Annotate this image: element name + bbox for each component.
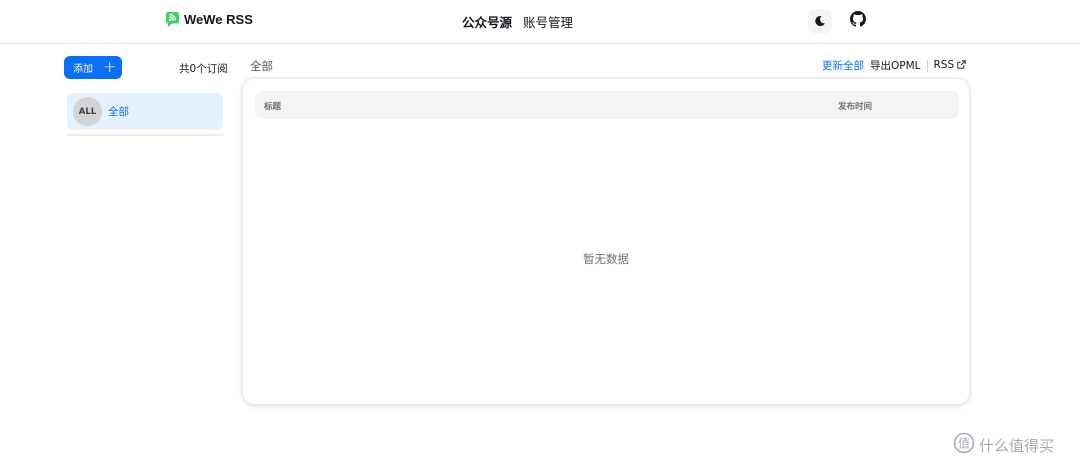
sidebar-item-all[interactable]: ALL 全部 (67, 93, 223, 130)
main-nav: 公众号源 账号管理 (462, 12, 573, 31)
brand-name: WeWe RSS (184, 12, 253, 27)
add-feed-button[interactable]: 添加 + (64, 56, 122, 79)
empty-state-text: 暂无数据 (583, 252, 629, 266)
moon-icon (814, 12, 826, 31)
divider (926, 59, 928, 72)
update-all-link[interactable]: 更新全部 (822, 58, 864, 73)
theme-toggle-button[interactable] (808, 9, 832, 33)
brand[interactable]: WeWe RSS (164, 11, 253, 28)
page-title: 全部 (250, 59, 273, 73)
feed-list: ALL 全部 (67, 93, 223, 136)
rss-link-label: RSS (933, 59, 955, 71)
github-icon (850, 11, 866, 31)
github-button[interactable] (846, 9, 870, 33)
rss-link[interactable]: RSS (934, 59, 967, 72)
watermark-text: 什么值得买 (979, 436, 1055, 455)
plus-icon: + (103, 56, 117, 76)
column-header-publish-time: 发布时间 (838, 102, 873, 112)
add-button-label: 添加 (73, 64, 93, 75)
top-navbar: WeWe RSS 公众号源 账号管理 (0, 0, 1080, 44)
external-link-icon (957, 60, 966, 72)
export-opml-link[interactable]: 导出OPML (870, 58, 921, 73)
nav-item-accounts[interactable]: 账号管理 (523, 12, 573, 31)
feed-actions: 更新全部 导出OPML RSS (822, 58, 966, 73)
articles-table-card: 标题 发布时间 暂无数据 (242, 78, 970, 405)
wewe-rss-logo-icon (164, 11, 181, 28)
watermark: 值 什么值得买 (953, 432, 1054, 458)
table-header: 标题 发布时间 (255, 91, 959, 119)
nav-item-feeds[interactable]: 公众号源 (462, 12, 512, 31)
subscription-count: 共0个订阅 (179, 63, 228, 75)
sidebar-item-label: 全部 (108, 106, 129, 118)
column-header-title: 标题 (264, 102, 282, 112)
svg-text:值: 值 (958, 436, 970, 451)
avatar: ALL (73, 97, 102, 126)
watermark-logo-icon: 值 (953, 432, 975, 458)
